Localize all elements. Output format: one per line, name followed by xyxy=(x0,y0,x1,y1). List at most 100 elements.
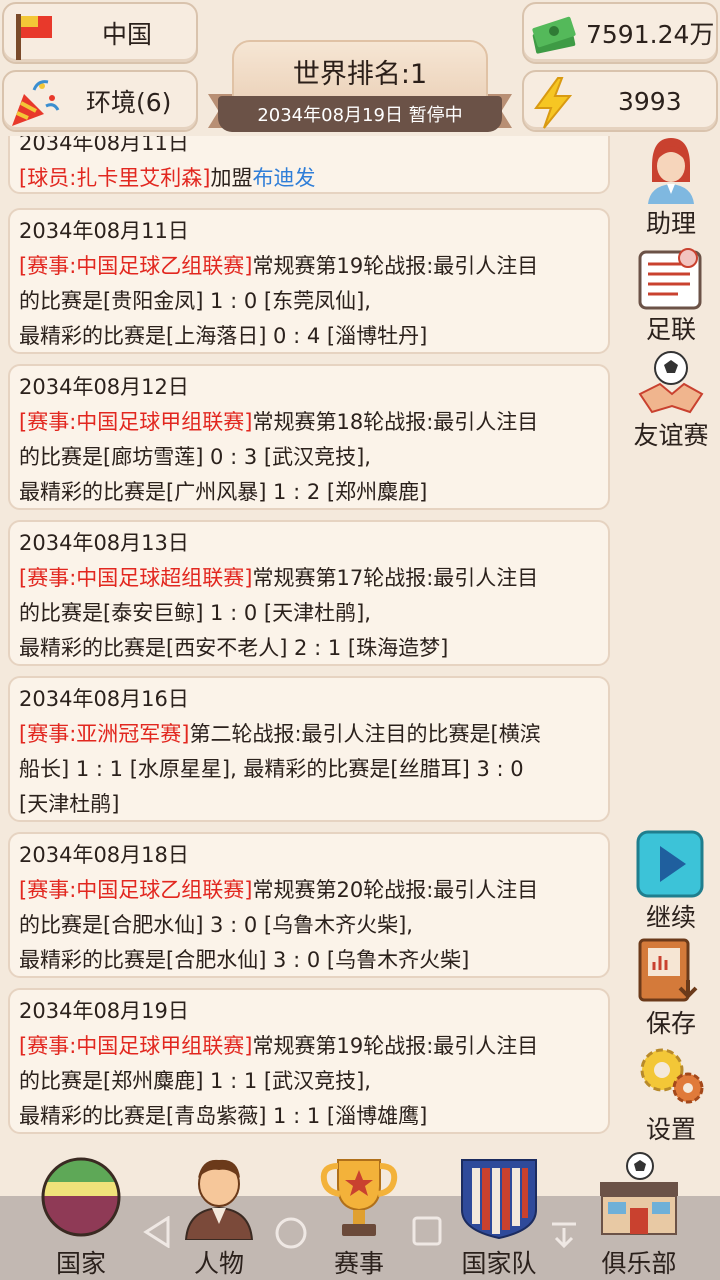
continue-label: 继续 xyxy=(645,903,696,932)
news-card: 2034年08月19日 [赛事:中国足球甲组联赛]常规赛第19轮战报:最引人注目… xyxy=(8,988,610,1134)
assistant-button[interactable]: 助理 xyxy=(626,136,716,238)
news-line: 最精彩的比赛是[青岛紫薇] 1 : 1 [淄博雄鹰] xyxy=(19,1104,428,1128)
news-line: 最精彩的比赛是[上海落日] 0 : 4 [淄博牡丹] xyxy=(19,324,428,348)
news-text: 第二轮战报:最引人注目的比赛是[横滨 xyxy=(189,722,541,746)
event-tag[interactable]: [赛事:中国足球甲组联赛] xyxy=(19,1034,252,1058)
news-line: 船长] 1 : 1 [水原星星], 最精彩的比赛是[丝腊耳] 3 : 0 xyxy=(19,757,524,781)
settings-label: 设置 xyxy=(645,1115,696,1144)
trophy-icon xyxy=(320,1159,398,1236)
country-button[interactable]: 中国 xyxy=(2,2,198,64)
news-line: [赛事:中国足球超组联赛]常规赛第17轮战报:最引人注目 xyxy=(19,561,608,596)
nav-events-label: 赛事 xyxy=(333,1249,384,1278)
environment-label: 环境(6) xyxy=(86,88,172,117)
collapse-icon[interactable] xyxy=(550,1220,578,1250)
news-date: 2034年08月19日 xyxy=(19,999,189,1023)
friendly-match-button[interactable]: 友谊赛 xyxy=(626,350,716,450)
energy-display[interactable]: 3993 xyxy=(522,70,718,132)
assistant-avatar-icon xyxy=(648,138,694,204)
event-tag[interactable]: [赛事:亚洲冠军赛] xyxy=(19,722,189,746)
country-name: 中国 xyxy=(102,20,153,49)
assistant-label: 助理 xyxy=(645,209,696,238)
news-line: [赛事:中国足球乙组联赛]常规赛第19轮战报:最引人注目 xyxy=(19,249,608,284)
club-link[interactable]: 布迪发 xyxy=(252,166,315,190)
environment-button[interactable]: 环境(6) xyxy=(2,70,198,132)
news-line: [球员:扎卡里艾利森]加盟布迪发 xyxy=(19,161,608,196)
news-line: 的比赛是[泰安巨鲸] 1 : 0 [天津杜鹃], xyxy=(19,601,371,625)
news-date: 2034年08月11日 xyxy=(19,136,189,155)
play-icon xyxy=(636,830,704,898)
lightning-icon xyxy=(534,77,573,129)
nav-people[interactable]: 人物 xyxy=(164,1144,274,1280)
top-bar: 中国 环境(6) 世界排名:1 2034年08月19日 暂停中 7591.24万 xyxy=(0,0,720,136)
news-line: [赛事:中国足球甲组联赛]常规赛第18轮战报:最引人注目 xyxy=(19,405,608,440)
news-line: 的比赛是[廊坊雪莲] 0 : 3 [武汉竞技], xyxy=(19,445,371,469)
news-line: [赛事:亚洲冠军赛]第二轮战报:最引人注目的比赛是[横滨 xyxy=(19,717,608,752)
money-icon xyxy=(532,16,576,54)
world-rank-banner: 世界排名:1 2034年08月19日 暂停中 xyxy=(208,40,512,132)
nav-country-label: 国家 xyxy=(55,1249,106,1278)
nav-national-team-label: 国家队 xyxy=(461,1249,537,1278)
news-text: 常规赛第17轮战报:最引人注目 xyxy=(252,566,539,590)
settings-button[interactable]: 设置 xyxy=(626,1042,716,1144)
event-tag[interactable]: [赛事:中国足球乙组联赛] xyxy=(19,878,252,902)
news-card: 2034年08月12日 [赛事:中国足球甲组联赛]常规赛第18轮战报:最引人注目… xyxy=(8,364,610,510)
country-flag-icon xyxy=(41,1157,121,1237)
money-amount: 7591.24万 xyxy=(586,20,715,49)
game-date-status: 2034年08月19日 暂停中 xyxy=(218,96,502,132)
news-date: 2034年08月12日 xyxy=(19,375,189,399)
news-text: 常规赛第19轮战报:最引人注目 xyxy=(252,254,539,278)
nav-club[interactable]: 俱乐部 xyxy=(584,1144,694,1280)
home-icon[interactable] xyxy=(274,1216,308,1250)
friendly-match-label: 友谊赛 xyxy=(633,421,709,450)
news-line: [赛事:中国足球乙组联赛]常规赛第20轮战报:最引人注目 xyxy=(19,873,608,908)
flag-icon xyxy=(16,14,52,60)
money-display[interactable]: 7591.24万 xyxy=(522,2,718,64)
news-date: 2034年08月16日 xyxy=(19,687,189,711)
news-text: 常规赛第18轮战报:最引人注目 xyxy=(252,410,539,434)
news-line: [赛事:中国足球甲组联赛]常规赛第19轮战报:最引人注目 xyxy=(19,1029,608,1064)
save-label: 保存 xyxy=(645,1009,696,1038)
news-text: 加盟 xyxy=(210,166,253,190)
person-icon xyxy=(184,1159,254,1240)
federation-label: 足联 xyxy=(645,315,696,344)
nav-people-label: 人物 xyxy=(193,1249,244,1278)
news-text: 常规赛第20轮战报:最引人注目 xyxy=(252,878,539,902)
continue-button[interactable]: 继续 xyxy=(626,828,716,932)
recents-icon[interactable] xyxy=(412,1216,442,1246)
event-tag[interactable]: [赛事:中国足球甲组联赛] xyxy=(19,410,252,434)
news-card: 2034年08月11日 [赛事:中国足球乙组联赛]常规赛第19轮战报:最引人注目… xyxy=(8,208,610,354)
nav-club-label: 俱乐部 xyxy=(601,1249,677,1278)
news-line: [天津杜鹃] xyxy=(19,792,120,816)
event-tag[interactable]: [赛事:中国足球超组联赛] xyxy=(19,566,252,590)
news-card: 2034年08月11日 [球员:扎卡里艾利森]加盟布迪发 xyxy=(8,136,610,194)
news-line: 最精彩的比赛是[广州风暴] 1 : 2 [郑州麋鹿] xyxy=(19,480,428,504)
save-button[interactable]: 保存 xyxy=(626,936,716,1038)
news-feed[interactable]: 2034年08月11日 [球员:扎卡里艾利森]加盟布迪发 2034年08月11日… xyxy=(0,136,620,1144)
clubhouse-icon xyxy=(600,1152,678,1235)
shield-badge-icon xyxy=(461,1159,537,1240)
world-rank: 世界排名:1 xyxy=(232,40,488,102)
news-line: 的比赛是[合肥水仙] 3 : 0 [乌鲁木齐火柴], xyxy=(19,913,413,937)
handshake-ball-icon xyxy=(638,351,704,414)
nav-national-team[interactable]: 国家队 xyxy=(444,1144,554,1280)
nav-country[interactable]: 国家 xyxy=(26,1144,136,1280)
event-tag[interactable]: [赛事:中国足球乙组联赛] xyxy=(19,254,252,278)
news-date: 2034年08月11日 xyxy=(19,219,189,243)
energy-amount: 3993 xyxy=(618,86,682,116)
news-line: 的比赛是[贵阳金凤] 1 : 0 [东莞凤仙], xyxy=(19,289,371,313)
news-date: 2034年08月13日 xyxy=(19,531,189,555)
news-card: 2034年08月16日 [赛事:亚洲冠军赛]第二轮战报:最引人注目的比赛是[横滨… xyxy=(8,676,610,822)
federation-document-icon xyxy=(638,248,702,310)
player-tag[interactable]: [球员:扎卡里艾利森] xyxy=(19,166,210,190)
nav-events[interactable]: 赛事 xyxy=(304,1144,414,1280)
bottom-nav: 国家 人物 赛事 国家队 俱乐部 xyxy=(0,1144,720,1280)
news-date: 2034年08月18日 xyxy=(19,843,189,867)
gear-icon xyxy=(640,1048,704,1104)
federation-button[interactable]: 足联 xyxy=(626,244,716,344)
news-line: 最精彩的比赛是[西安不老人] 2 : 1 [珠海造梦] xyxy=(19,636,449,660)
news-card: 2034年08月18日 [赛事:中国足球乙组联赛]常规赛第20轮战报:最引人注目… xyxy=(8,832,610,978)
news-line: 的比赛是[郑州麋鹿] 1 : 1 [武汉竞技], xyxy=(19,1069,371,1093)
party-popper-icon xyxy=(12,80,60,126)
save-file-icon xyxy=(638,938,698,1002)
news-card: 2034年08月13日 [赛事:中国足球超组联赛]常规赛第17轮战报:最引人注目… xyxy=(8,520,610,666)
